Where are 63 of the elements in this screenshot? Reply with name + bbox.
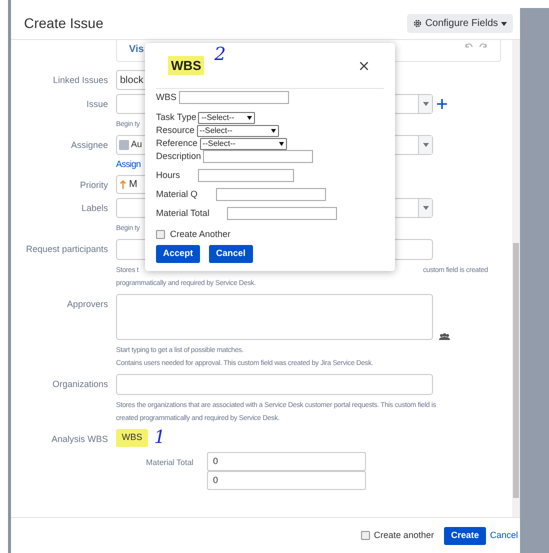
field-label: Analysis WBS bbox=[50, 433, 108, 446]
caret-icon bbox=[501, 22, 507, 26]
field-label: Material Total bbox=[146, 457, 194, 469]
cancel-link[interactable]: Cancel bbox=[490, 528, 518, 542]
field-label: Material Total bbox=[156, 206, 210, 220]
annotation-number: 1 bbox=[154, 429, 166, 447]
select-value: --Select-- bbox=[201, 112, 234, 124]
field-label: Hours bbox=[156, 168, 180, 182]
select-value: --Select-- bbox=[200, 124, 232, 136]
arrow-up-icon bbox=[120, 180, 126, 189]
text-input[interactable] bbox=[203, 150, 314, 163]
assign-link[interactable]: Assign bbox=[116, 158, 141, 171]
checkbox[interactable] bbox=[360, 531, 370, 540]
field-label: Description bbox=[156, 150, 202, 163]
field-label: Labels bbox=[80, 202, 108, 215]
accept-button[interactable]: Accept bbox=[156, 244, 200, 262]
select-field[interactable]: --Select-- bbox=[196, 124, 279, 136]
field-label: Task Type bbox=[156, 110, 196, 124]
field-label: Issue bbox=[85, 98, 108, 111]
select-field[interactable]: --Select-- bbox=[200, 138, 287, 150]
group-icon[interactable] bbox=[439, 333, 450, 340]
textarea-field[interactable] bbox=[116, 294, 433, 340]
create-button[interactable]: Create bbox=[444, 526, 486, 544]
field-label: Organizations bbox=[51, 378, 108, 391]
field-label: Resource bbox=[156, 124, 195, 137]
configure-fields-button[interactable]: Configure Fields bbox=[407, 14, 513, 33]
text-field[interactable] bbox=[116, 374, 433, 395]
field-label: Approvers bbox=[66, 298, 108, 311]
field-label: Reference bbox=[156, 136, 198, 150]
field-label: WBS bbox=[156, 90, 177, 104]
text-input[interactable] bbox=[216, 188, 326, 201]
text-input[interactable] bbox=[178, 91, 289, 104]
field-label: Linked Issues bbox=[52, 74, 108, 87]
visual-tab-link[interactable]: Vis bbox=[129, 42, 144, 57]
checkbox-label: Create Another bbox=[170, 228, 231, 241]
field-label: Material Q bbox=[156, 188, 198, 201]
text-input[interactable] bbox=[198, 169, 294, 182]
dialog-header-title: Create Issue bbox=[24, 14, 104, 33]
select-field[interactable]: --Select-- bbox=[198, 112, 256, 124]
avatar-icon bbox=[119, 140, 129, 150]
select-value: --Select-- bbox=[202, 138, 236, 150]
cancel-button[interactable]: Cancel bbox=[209, 244, 253, 262]
field-label: Priority bbox=[78, 179, 108, 192]
number-field[interactable]: 0 bbox=[207, 452, 366, 471]
priority-value: M bbox=[129, 178, 138, 192]
undo-redo-icon[interactable] bbox=[464, 42, 488, 48]
checkbox-label: Create another bbox=[374, 528, 434, 542]
plus-icon[interactable] bbox=[437, 99, 447, 109]
assignee-value: Au bbox=[131, 138, 142, 152]
annotation-number: 2 bbox=[214, 46, 226, 64]
dialog-title: WBS bbox=[168, 56, 204, 76]
field-label: Assignee bbox=[70, 139, 108, 152]
field-label: Request participants bbox=[24, 243, 108, 256]
text-input[interactable] bbox=[227, 207, 338, 220]
dropdown-arrow-icon bbox=[270, 128, 276, 132]
wbs-button[interactable]: WBS bbox=[116, 429, 148, 447]
checkbox[interactable] bbox=[156, 230, 165, 240]
dropdown-arrow-icon bbox=[247, 116, 252, 120]
number-field[interactable]: 0 bbox=[207, 471, 366, 490]
scrollbar[interactable] bbox=[512, 40, 520, 517]
dropdown-arrow-icon bbox=[278, 142, 284, 146]
gear-icon bbox=[413, 19, 422, 28]
close-icon[interactable] bbox=[360, 62, 368, 70]
